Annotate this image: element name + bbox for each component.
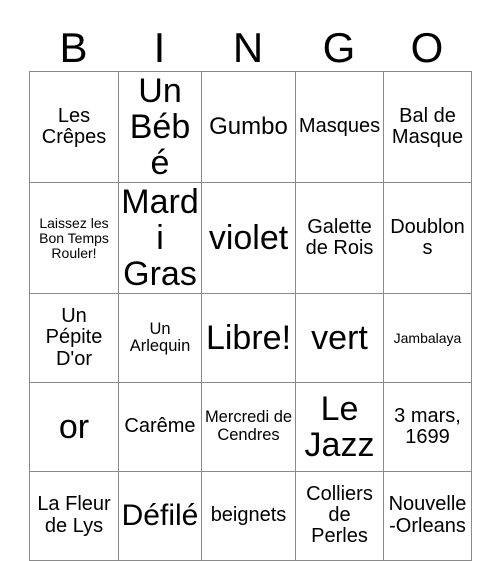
bingo-header-letter-i: I [153, 24, 166, 71]
bingo-cell-free[interactable]: Libre! [201, 293, 296, 383]
bingo-cell[interactable]: Bal de Masque [383, 70, 472, 184]
bingo-row: La Fleur de Lys Défilé beignets Colliers… [29, 470, 472, 561]
bingo-cell[interactable]: vert [295, 293, 384, 383]
bingo-header-letter-g: G [322, 24, 356, 71]
bingo-row: or Carême Mercredi de Cendres Le Jazz 3 … [29, 381, 472, 472]
bingo-cell[interactable]: Galette de Rois [295, 182, 384, 295]
bingo-cell[interactable]: Jambalaya [383, 293, 472, 383]
bingo-cell[interactable]: Mardi Gras [118, 182, 202, 295]
bingo-cell[interactable]: Gumbo [201, 70, 296, 184]
bingo-cell[interactable]: Carême [118, 381, 202, 472]
bingo-cell[interactable]: Colliers de Perles [295, 470, 384, 561]
bingo-cell[interactable]: beignets [201, 470, 296, 561]
bingo-cell[interactable]: or [29, 381, 119, 472]
bingo-cell[interactable]: Un Arlequin [118, 293, 202, 383]
bingo-cell[interactable]: Laissez les Bon Temps Rouler! [29, 182, 119, 295]
bingo-cell[interactable]: La Fleur de Lys [29, 470, 119, 561]
bingo-card: B I N G O Les Crêpes Un Bébé Gumbo Masqu… [0, 0, 500, 561]
bingo-header-letter-n: N [232, 24, 264, 71]
bingo-cell[interactable]: Défilé [118, 470, 202, 561]
bingo-cell[interactable]: Doublons [383, 182, 472, 295]
bingo-cell[interactable]: Nouvelle-Orleans [383, 470, 472, 561]
bingo-header-letter-b: B [59, 24, 88, 71]
bingo-cell[interactable]: violet [201, 182, 296, 295]
bingo-header-letter-o: O [410, 24, 444, 71]
bingo-cell[interactable]: Mercredi de Cendres [201, 381, 296, 472]
bingo-row: Laissez les Bon Temps Rouler! Mardi Gras… [29, 182, 472, 295]
bingo-cell[interactable]: Les Crêpes [29, 70, 119, 184]
bingo-row: Un Pépite D'or Un Arlequin Libre! vert J… [29, 293, 472, 383]
bingo-cell[interactable]: 3 mars, 1699 [383, 381, 472, 472]
bingo-cell[interactable]: Masques [295, 70, 384, 184]
bingo-row: Les Crêpes Un Bébé Gumbo Masques Bal de … [29, 70, 472, 184]
bingo-cell[interactable]: Le Jazz [295, 381, 384, 472]
bingo-cell[interactable]: Un Bébé [118, 70, 202, 184]
bingo-grid: Les Crêpes Un Bébé Gumbo Masques Bal de … [29, 70, 472, 561]
bingo-header-row: B I N G O [29, 16, 471, 71]
bingo-cell[interactable]: Un Pépite D'or [29, 293, 119, 383]
